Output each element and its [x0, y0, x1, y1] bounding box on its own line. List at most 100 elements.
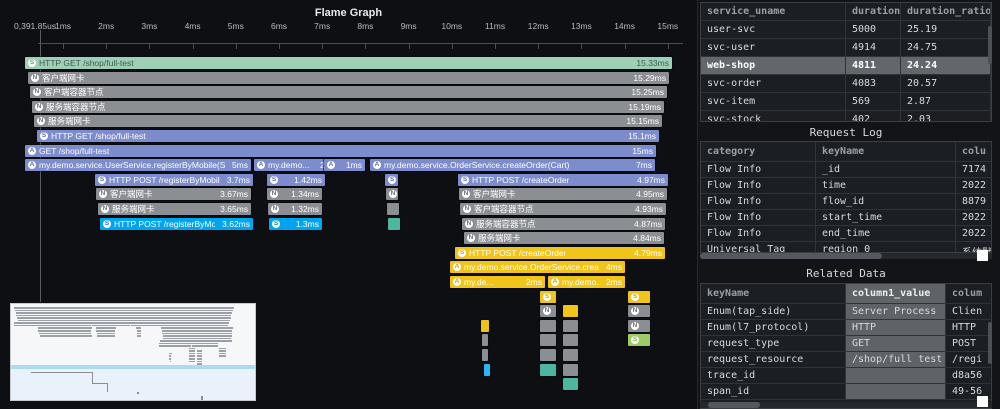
table-row[interactable]: Flow Infotime2022 [701, 178, 991, 194]
span-label: HTTP POST /registerByMobil... [109, 175, 220, 185]
flame-span-bar[interactable]: SHTTP POST /registerByMobil...3.7ms [95, 174, 253, 186]
table-row[interactable]: trace_idd8a56 [701, 368, 991, 384]
flame-span-bar[interactable] [563, 334, 578, 346]
flame-span-bar[interactable]: N服务端网卡15.15ms [34, 115, 662, 127]
table-row[interactable]: Enum(tap_side)Server ProcessClien [701, 304, 991, 320]
related-data-horizontal-scrollbar[interactable] [700, 402, 992, 408]
flame-span-bar[interactable] [388, 218, 400, 230]
flame-span-bar[interactable]: S1.3ms [269, 218, 322, 230]
flame-span-bar[interactable]: SHTTP POST /registerByMobil..3.62ms [100, 218, 253, 230]
scrollbar-thumb[interactable] [700, 253, 882, 259]
flame-span-bar[interactable]: A1ms [324, 159, 365, 171]
flame-span-bar[interactable] [540, 320, 556, 332]
flame-span-bar[interactable]: N [386, 188, 398, 200]
flame-span-bar[interactable]: N客户端容器节点4.93ms [460, 203, 666, 215]
flame-span-bar[interactable]: N1.34ms [267, 188, 322, 200]
flame-span-bar[interactable]: Amy.demo...2ms [548, 276, 625, 288]
table-row[interactable]: request_typeGETPOST [701, 336, 991, 352]
related-data-title: Related Data [700, 267, 992, 280]
flame-span-bar[interactable]: Amy.demo.service.OrderService.createOrde… [370, 159, 655, 171]
flame-span-bar[interactable]: S1.42ms [267, 174, 325, 186]
flame-span-bar[interactable] [482, 334, 488, 346]
minimap-bar [163, 335, 232, 337]
flame-span-bar[interactable]: N客户端网卡15.29ms [28, 72, 669, 84]
minimap-bar [189, 350, 194, 352]
flame-span-bar[interactable]: N [628, 305, 650, 317]
table-row[interactable]: svc-user491424.75 [701, 39, 991, 57]
flame-span-bar[interactable]: S [385, 174, 398, 186]
flame-span-bar[interactable]: SHTTP POST /createOrder4.79ms [455, 247, 665, 259]
flame-span-bar[interactable]: S [628, 334, 650, 346]
table-row[interactable]: Flow Infostart_time2022 [701, 210, 991, 226]
flame-span-bar[interactable]: Amy.demo.service.OrderService.createO...… [450, 261, 625, 273]
flame-span-bar[interactable]: S [540, 291, 556, 303]
flame-span-bar[interactable]: Amy.de...2ms [450, 276, 545, 288]
table-row[interactable]: svc-item5692.87 [701, 93, 991, 111]
flame-span-bar[interactable] [563, 364, 578, 376]
table-row[interactable]: Flow Info_id7174 [701, 162, 991, 178]
flame-span-bar[interactable] [484, 364, 490, 376]
table-row[interactable]: Universal Tagregion_0系统默认 [701, 242, 991, 253]
table-row[interactable]: svc-stock4022.03 [701, 111, 991, 122]
minimap-bar [219, 348, 226, 350]
span-label: 服务端容器节点 [476, 218, 536, 230]
flame-span-bar[interactable]: SHTTP POST /createOrder4.97ms [458, 174, 668, 186]
flame-span-bar[interactable] [540, 349, 556, 361]
flame-span-bar[interactable] [563, 349, 578, 361]
flame-span-bar[interactable] [540, 364, 556, 376]
flame-span-bar[interactable] [540, 334, 556, 346]
table-row[interactable]: svc-order408320.57 [701, 75, 991, 93]
flame-span-bar[interactable]: Amy.demo.service.UserService.registerByM… [25, 159, 251, 171]
span-type-icon: S [388, 176, 396, 184]
table-cell: svc-order [701, 75, 846, 92]
flame-span-bar[interactable]: AGET /shop/full-test15ms [25, 145, 656, 157]
scrollbar-thumb[interactable] [708, 402, 760, 408]
flame-minimap[interactable] [10, 303, 256, 401]
span-label: my.demo.service.OrderService.createOrder… [384, 160, 569, 170]
related-data-resize-handle[interactable] [977, 396, 988, 407]
table-row[interactable]: user-svc500025.19 [701, 21, 991, 39]
flame-span-bar[interactable]: N服务端容器节点4.87ms [462, 218, 665, 230]
flame-span-bar[interactable]: N [628, 320, 650, 332]
table-cell: d8a56 [946, 368, 992, 383]
flame-span-bar[interactable]: SHTTP GET /shop/full-test15.33ms [25, 57, 672, 69]
span-type-icon: N [33, 88, 41, 96]
span-label: 客户端网卡 [42, 72, 85, 84]
flame-span-bar[interactable]: N客户端网卡3.67ms [96, 188, 251, 200]
flame-span-bar[interactable]: N客户端网卡4.95ms [459, 188, 667, 200]
table-row[interactable]: Flow Infoend_time2022 [701, 226, 991, 242]
table-cell: 5000 [846, 21, 901, 38]
span-type-icon: S [458, 249, 466, 257]
flame-span-bar[interactable] [481, 320, 489, 332]
table-cell: region_0 [816, 242, 956, 253]
table-row[interactable]: Enum(l7_protocol)HTTPHTTP [701, 320, 991, 336]
table-row[interactable]: span_id49-56 [701, 384, 991, 400]
flame-span-bar[interactable]: S [628, 291, 650, 303]
flame-span-bar[interactable]: N1.32ms [268, 203, 322, 215]
span-type-icon: S [28, 59, 36, 67]
flame-span-bar[interactable]: SHTTP GET /shop/full-test15.1ms [37, 130, 659, 142]
span-type-icon: N [631, 322, 639, 330]
flame-span-bar[interactable] [482, 349, 488, 361]
flame-span-bar[interactable] [563, 305, 578, 317]
flame-span-bar[interactable] [563, 378, 578, 390]
flame-span-bar[interactable] [563, 320, 578, 332]
request-log-resize-handle[interactable] [977, 250, 988, 261]
table-row[interactable]: Flow Infoflow_id8879 [701, 194, 991, 210]
flame-span-bar[interactable]: N [540, 305, 556, 317]
table-row[interactable]: web-shop481124.24 [701, 57, 991, 75]
request-log-horizontal-scrollbar[interactable] [700, 253, 992, 259]
span-type-icon: A [28, 147, 36, 155]
span-label: HTTP POST /createOrder [469, 248, 566, 258]
related-data-vertical-scrollbar[interactable] [988, 322, 992, 364]
flame-span-bar[interactable]: N服务端容器节点15.19ms [32, 101, 664, 113]
table-cell: 20.57 [901, 75, 991, 92]
table-row[interactable]: request_resource/shop/full test/regi [701, 352, 991, 368]
flame-span-bar[interactable]: N服务端网卡3.65ms [98, 203, 251, 215]
flame-span-bar[interactable]: N客户端容器节点15.25ms [30, 86, 667, 98]
flame-span-bar[interactable]: N服务端网卡4.84ms [464, 232, 664, 244]
flame-span-bar[interactable] [387, 203, 399, 215]
span-type-icon: S [461, 176, 469, 184]
time-axis [38, 43, 683, 44]
service-table-vertical-scrollbar[interactable] [988, 26, 992, 64]
